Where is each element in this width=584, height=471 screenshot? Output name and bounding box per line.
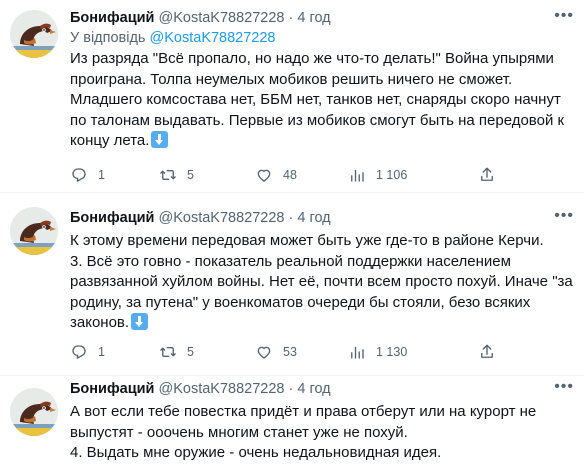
tweet[interactable]: Бонифаций @KostaK78827228 · 4 год ••• К … (0, 193, 584, 376)
separator-dot: · (288, 10, 294, 26)
views-count: 1 106 (376, 168, 408, 182)
tweet-body: Бонифаций @KostaK78827228 · 4 год ••• А … (70, 378, 574, 464)
like-count: 48 (283, 168, 297, 182)
tweet-text-content: А вот если тебе повестка придёт и права … (70, 403, 537, 461)
retweet-button[interactable]: 5 (159, 342, 194, 362)
action-bar: 1 5 53 1 130 (70, 342, 510, 362)
author-name[interactable]: Бонифаций (70, 210, 154, 226)
views-count: 1 130 (376, 345, 408, 359)
reply-button[interactable]: 1 (70, 342, 105, 362)
share-button[interactable] (478, 342, 506, 362)
reply-count: 1 (98, 168, 105, 182)
more-icon[interactable]: ••• (554, 378, 574, 396)
author-handle[interactable]: @KostaK78827228 (158, 381, 284, 397)
reply-button[interactable]: 1 (70, 165, 105, 185)
reply-mention-link[interactable]: @KostaK78827228 (150, 30, 276, 46)
timestamp[interactable]: 4 год (297, 10, 330, 26)
reply-count: 1 (98, 345, 105, 359)
like-button[interactable]: 53 (255, 342, 297, 362)
views-icon (351, 169, 364, 182)
tweet-text: Из разряда "Всё пропало, но надо же что-… (70, 49, 574, 152)
like-count: 53 (283, 345, 297, 359)
avatar[interactable] (10, 10, 58, 58)
more-icon[interactable]: ••• (554, 7, 574, 25)
tweet[interactable]: Бонифаций @KostaK78827228 · 4 год ••• А … (0, 376, 584, 471)
reply-context: У відповідь @KostaK78827228 (70, 28, 574, 48)
tweet-text: К этому времени передовая может быть уже… (70, 231, 574, 334)
like-icon (257, 346, 271, 359)
down-arrow-emoji (151, 131, 169, 148)
tweet-text-content: Из разряда "Всё пропало, но надо же что-… (70, 50, 565, 149)
timestamp[interactable]: 4 год (297, 381, 330, 397)
share-icon (481, 167, 493, 181)
like-icon (257, 169, 271, 182)
like-button[interactable]: 48 (255, 165, 297, 185)
author-handle[interactable]: @KostaK78827228 (158, 10, 284, 26)
author-name[interactable]: Бонифаций (70, 381, 154, 397)
tweet-body: Бонифаций @KostaK78827228 · 4 год ••• К … (70, 207, 574, 334)
avatar[interactable] (10, 207, 58, 255)
separator-dot: · (288, 381, 294, 397)
reply-icon (72, 168, 86, 183)
author-name[interactable]: Бонифаций (70, 10, 154, 26)
avatar[interactable] (10, 388, 58, 436)
separator-dot: · (288, 210, 294, 226)
timestamp[interactable]: 4 год (297, 210, 330, 226)
action-bar: 1 5 48 1 106 (70, 165, 510, 185)
author-handle[interactable]: @KostaK78827228 (158, 210, 284, 226)
tweet-header: Бонифаций @KostaK78827228 · 4 год ••• (70, 7, 574, 27)
tweet-header: Бонифаций @KostaK78827228 · 4 год ••• (70, 207, 574, 227)
retweet-button[interactable]: 5 (159, 165, 194, 185)
tweet-body: Бонифаций @KostaK78827228 · 4 год ••• У … (70, 7, 574, 152)
tweet[interactable]: Бонифаций @KostaK78827228 · 4 год ••• У … (0, 0, 584, 193)
reply-prefix: У відповідь (70, 30, 146, 46)
views-button[interactable]: 1 130 (348, 342, 407, 362)
retweet-count: 5 (187, 168, 194, 182)
share-icon (481, 344, 493, 358)
retweet-icon (160, 347, 176, 357)
more-icon[interactable]: ••• (554, 207, 574, 225)
retweet-count: 5 (187, 345, 194, 359)
retweet-icon (160, 170, 176, 180)
reply-icon (72, 345, 86, 360)
tweet-header: Бонифаций @KostaK78827228 · 4 год ••• (70, 378, 574, 398)
down-arrow-emoji (131, 313, 149, 330)
share-button[interactable] (478, 165, 506, 185)
views-button[interactable]: 1 106 (348, 165, 407, 185)
tweet-text: А вот если тебе повестка придёт и права … (70, 402, 574, 464)
views-icon (351, 346, 364, 359)
